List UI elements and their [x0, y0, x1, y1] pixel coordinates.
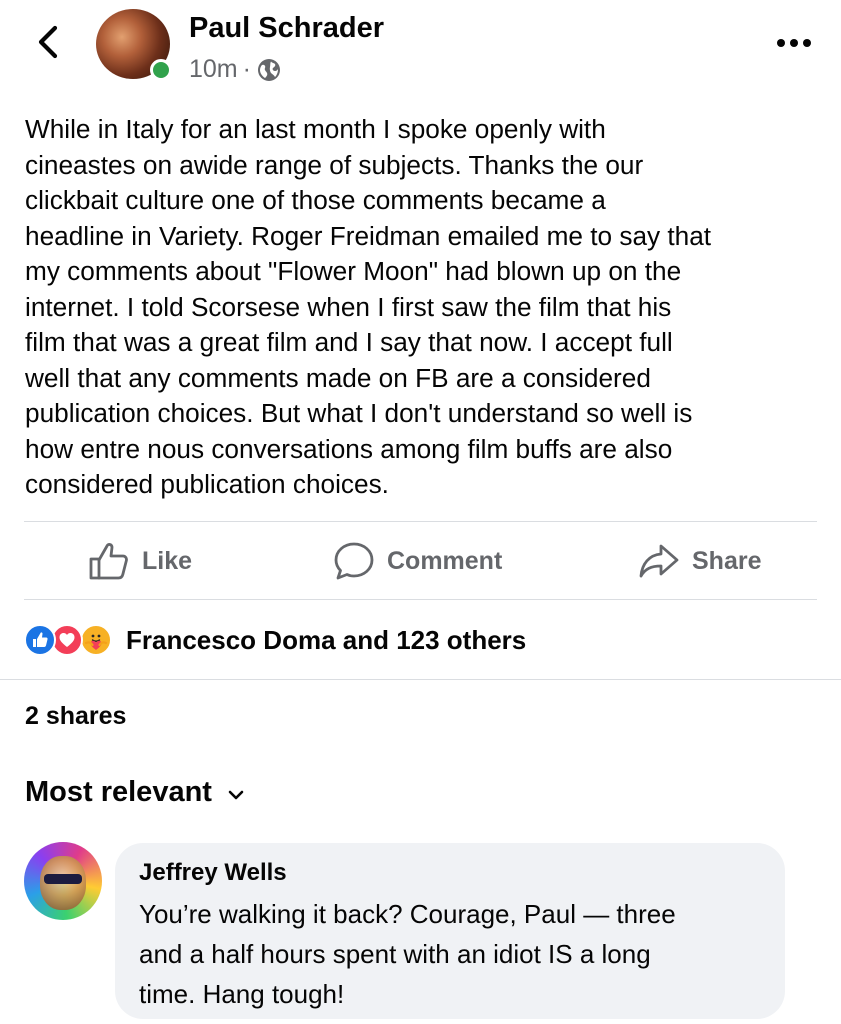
comment-author-name[interactable]: Jeffrey Wells [139, 859, 287, 887]
online-status-indicator [150, 59, 172, 81]
comment-bubble: Jeffrey Wells You’re walking it back? Co… [115, 843, 785, 1019]
share-label: Share [692, 546, 762, 575]
more-horizontal-icon [777, 39, 811, 47]
author-avatar[interactable] [96, 9, 172, 83]
post-text: While in Italy for an last month I spoke… [25, 114, 712, 499]
comment-bubble-icon [334, 542, 374, 580]
reactors-text: Francesco Doma and 123 others [126, 624, 527, 655]
comment-label: Comment [387, 546, 503, 575]
commenter-avatar[interactable] [24, 842, 102, 920]
divider-actions [24, 599, 817, 600]
more-options-button[interactable] [772, 28, 816, 58]
globe-icon[interactable] [257, 58, 281, 82]
share-arrow-icon [639, 544, 679, 578]
post-action-bar: Like Comment Share [0, 522, 841, 600]
shares-count[interactable]: 2 shares [25, 702, 126, 731]
care-reaction-icon [80, 624, 112, 656]
comment-text: You’re walking it back? Courage, Paul — … [139, 899, 676, 1009]
like-button[interactable]: Like [88, 522, 192, 600]
back-button[interactable] [30, 22, 66, 62]
chevron-left-icon [38, 25, 58, 59]
thumbs-up-icon [89, 543, 128, 580]
avatar-glasses [44, 874, 82, 884]
post-timestamp[interactable]: 10m [189, 55, 238, 84]
divider-reactions [0, 679, 841, 680]
comment-button[interactable]: Comment [333, 522, 502, 600]
like-label: Like [142, 546, 193, 575]
chevron-down-icon [228, 790, 244, 799]
post-header: Paul Schrader 10m · [0, 0, 841, 100]
comment-sort-dropdown[interactable]: Most relevant [25, 776, 244, 809]
like-reaction-icon [24, 624, 56, 656]
share-button[interactable]: Share [638, 522, 761, 600]
comment-sort-label: Most relevant [25, 776, 212, 808]
meta-separator: · [242, 55, 251, 83]
reactions-summary[interactable]: Francesco Doma and 123 others [24, 620, 526, 660]
post-meta: 10m · [189, 55, 281, 84]
reaction-icons [24, 622, 120, 658]
post-author-name[interactable]: Paul Schrader [189, 12, 384, 45]
